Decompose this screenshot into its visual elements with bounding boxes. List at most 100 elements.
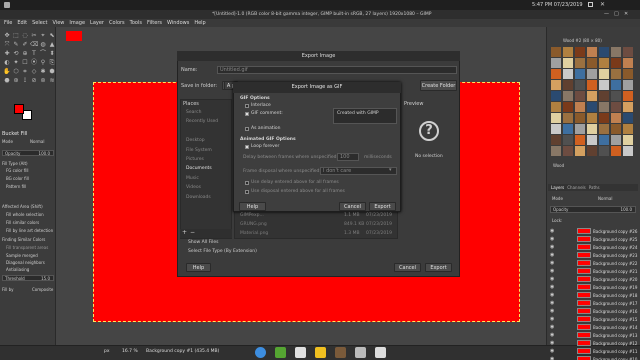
tool-icon[interactable]: ◍	[39, 41, 47, 49]
tool-icon[interactable]: ✎	[12, 41, 20, 49]
eye-icon[interactable]: ◉	[550, 324, 555, 330]
tool-icon[interactable]: ⬉	[48, 32, 56, 40]
tool-icon[interactable]: ⌗	[21, 68, 29, 76]
pattern-swatch[interactable]	[551, 146, 561, 156]
tool-icon[interactable]: ⦿	[30, 59, 38, 67]
pattern-swatch[interactable]	[623, 91, 633, 101]
pattern-swatch[interactable]	[611, 146, 621, 156]
layer-row[interactable]: ◉ Background copy #22	[550, 259, 638, 267]
tool-icon[interactable]: ✚	[3, 50, 11, 58]
pattern-swatch[interactable]	[551, 124, 561, 134]
pattern-swatch[interactable]	[587, 80, 597, 90]
layer-row[interactable]: ◉ Background copy #15	[550, 315, 638, 323]
delay-input[interactable]: 100	[337, 153, 359, 161]
eye-icon[interactable]: ◉	[550, 244, 555, 250]
tool-icon[interactable]: ✱	[39, 68, 47, 76]
gif-help-button[interactable]: Help	[239, 202, 266, 211]
menu-windows[interactable]: Windows	[167, 20, 189, 26]
layer-row[interactable]: ◉ Background copy #10	[550, 355, 638, 360]
pattern-swatch[interactable]	[611, 102, 621, 112]
place-item[interactable]: Recently Used	[186, 119, 218, 124]
eye-icon[interactable]: ◉	[550, 316, 555, 322]
tool-icon[interactable]: ⟟	[21, 77, 29, 85]
pattern-swatch[interactable]	[587, 146, 597, 156]
select-file-type-toggle[interactable]: Select File Type (By Extension)	[188, 249, 257, 254]
pattern-swatch[interactable]	[587, 102, 597, 112]
pattern-swatch[interactable]	[587, 91, 597, 101]
layer-row[interactable]: ◉ Background copy #19	[550, 283, 638, 291]
place-item[interactable]: File System	[186, 148, 212, 153]
place-item[interactable]: Videos	[186, 185, 201, 190]
pattern-swatch[interactable]	[575, 47, 585, 57]
gif-cancel-button[interactable]: Cancel	[339, 202, 366, 211]
unit-select[interactable]: px	[104, 349, 110, 354]
disposal-select[interactable]: I don't care	[320, 167, 397, 175]
pattern-swatch[interactable]	[599, 146, 609, 156]
eye-icon[interactable]: ◉	[550, 268, 555, 274]
remove-place-icon[interactable]: −	[190, 229, 195, 236]
create-folder-button[interactable]: Create Folder	[420, 80, 457, 91]
pattern-swatch[interactable]	[551, 80, 561, 90]
menu-image[interactable]: Image	[69, 20, 85, 26]
pattern-swatch[interactable]	[563, 146, 573, 156]
name-input[interactable]: Untitled.gif	[217, 66, 457, 74]
pattern-swatch[interactable]	[611, 135, 621, 145]
tool-icon[interactable]: T	[30, 50, 38, 58]
menu-edit[interactable]: Edit	[17, 20, 27, 26]
pattern-swatch[interactable]	[563, 69, 573, 79]
eye-icon[interactable]: ◉	[550, 332, 555, 338]
menu-select[interactable]: Select	[32, 20, 47, 26]
place-item[interactable]: Desktop	[186, 138, 205, 143]
loop-forever-checkbox[interactable]	[245, 145, 249, 149]
layer-row[interactable]: ◉ Background copy #18	[550, 291, 638, 299]
layer-row[interactable]: ◉ Background copy #24	[550, 243, 638, 251]
menu-colors[interactable]: Colors	[109, 20, 125, 26]
file-name[interactable]: Material.png	[240, 231, 268, 236]
pattern-swatch[interactable]	[611, 58, 621, 68]
tool-icon[interactable]: ▲	[48, 41, 56, 49]
pattern-swatch[interactable]	[599, 102, 609, 112]
eye-icon[interactable]: ◉	[550, 300, 555, 306]
pattern-swatch[interactable]	[611, 80, 621, 90]
tool-icon[interactable]: ⟲	[12, 50, 20, 58]
layer-row[interactable]: ◉ Background copy #14	[550, 323, 638, 331]
tool-icon[interactable]: ✂	[30, 32, 38, 40]
pattern-swatch[interactable]	[611, 47, 621, 57]
tab-layers[interactable]: Layers	[551, 185, 564, 190]
layer-row[interactable]: ◉ Background copy #20	[550, 275, 638, 283]
pattern-swatch[interactable]	[611, 113, 621, 123]
eye-icon[interactable]: ◉	[550, 348, 555, 354]
fillby-value[interactable]: Composite	[32, 287, 53, 292]
layer-row[interactable]: ◉ Background copy #26	[550, 227, 638, 235]
pattern-swatch[interactable]	[623, 135, 633, 145]
sample-merged-check[interactable]: Sample merged	[6, 253, 38, 258]
files-icon[interactable]	[295, 347, 306, 358]
eye-icon[interactable]: ◉	[550, 260, 555, 266]
zoom-select[interactable]: 16.7 %	[122, 349, 138, 354]
fill-similar-radio[interactable]: Fill similar colors	[6, 220, 39, 225]
menu-tools[interactable]: Tools	[130, 20, 142, 26]
tool-icon[interactable]: ⊛	[12, 77, 20, 85]
antialiasing-check[interactable]: Antialiasing	[6, 267, 29, 272]
pattern-swatch[interactable]	[599, 124, 609, 134]
tool-icon[interactable]: ⬡	[12, 68, 20, 76]
tab-channels[interactable]: Channels	[567, 185, 586, 190]
pattern-swatch[interactable]	[551, 135, 561, 145]
app-icon[interactable]	[355, 347, 366, 358]
pattern-swatch[interactable]	[587, 69, 597, 79]
maximize-icon[interactable]: □	[614, 11, 619, 17]
menu-filters[interactable]: Filters	[147, 20, 162, 26]
eye-icon[interactable]: ◉	[550, 340, 555, 346]
mode-value[interactable]: Normal	[30, 139, 44, 144]
pattern-swatch[interactable]	[587, 47, 597, 57]
fill-pattern-radio[interactable]: Pattern fill	[6, 184, 26, 189]
music-icon[interactable]	[275, 347, 286, 358]
menu-help[interactable]: Help	[194, 20, 205, 26]
pattern-swatch[interactable]	[599, 135, 609, 145]
threshold-field[interactable]: Threshold 15.0	[2, 275, 54, 281]
tool-icon[interactable]: ✐	[21, 41, 29, 49]
fill-lineart-radio[interactable]: Fill by line art detection	[6, 228, 53, 233]
browser-icon[interactable]	[255, 347, 266, 358]
eye-icon[interactable]: ◉	[550, 356, 555, 360]
gimp-icon[interactable]	[335, 347, 346, 358]
